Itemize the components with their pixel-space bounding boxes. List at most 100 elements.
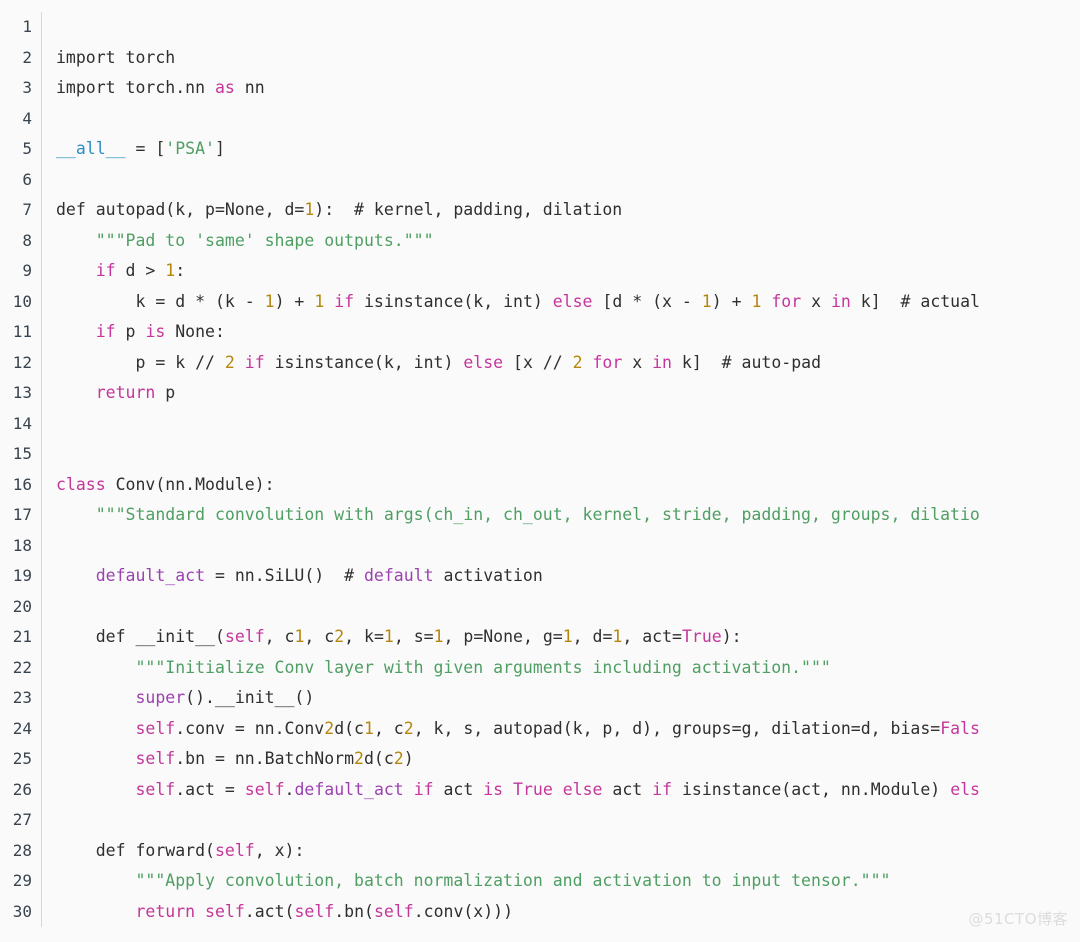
- code-line[interactable]: 5 __all__ = ['PSA']: [0, 134, 1080, 165]
- code-line[interactable]: 20: [0, 591, 1080, 622]
- code-line[interactable]: 15: [0, 439, 1080, 470]
- code-token: isinstance(k, int): [264, 352, 464, 372]
- code-token: 1: [165, 261, 176, 280]
- code-line[interactable]: 23 super().__init__(): [0, 683, 1080, 714]
- line-number: 11: [12, 322, 32, 341]
- gutter-divider: [41, 439, 42, 470]
- code-line[interactable]: 3 import torch.nn as nn: [0, 73, 1080, 104]
- code-line-text[interactable]: if p is None:: [42, 317, 1080, 348]
- code-line[interactable]: 28 def forward(self, x):: [0, 835, 1080, 867]
- code-line-text[interactable]: import torch: [42, 43, 1080, 74]
- line-number: 23: [12, 688, 32, 707]
- code-token: if: [413, 779, 434, 799]
- code-line[interactable]: 13 return p: [0, 378, 1080, 409]
- code-token: Fals: [940, 718, 980, 738]
- code-line[interactable]: 19 default_act = nn.SiLU() # default act…: [0, 561, 1080, 592]
- code-line[interactable]: 8 """Pad to 'same' shape outputs.""": [0, 225, 1080, 257]
- code-token: d(c: [334, 718, 364, 738]
- line-number: 30: [12, 901, 32, 921]
- code-line-text[interactable]: p = k // 2 if isinstance(k, int) else [x…: [42, 348, 1080, 379]
- code-line-text[interactable]: return self.act(self.bn(self.conv(x))): [42, 897, 1080, 928]
- code-line[interactable]: 26 self.act = self.default_act if act is…: [0, 774, 1080, 806]
- code-token: self: [373, 901, 414, 921]
- code-line-text[interactable]: def forward(self, x):: [42, 836, 1080, 867]
- code-token: ):: [721, 627, 742, 646]
- code-line[interactable]: 22 """Initialize Conv layer with given a…: [0, 652, 1080, 684]
- code-line-text[interactable]: __all__ = ['PSA']: [42, 134, 1080, 165]
- code-token: , d=: [572, 627, 613, 646]
- code-line[interactable]: 7 def autopad(k, p=None, d=1): # kernel, …: [0, 195, 1080, 226]
- line-number: 27: [12, 810, 32, 829]
- code-line[interactable]: 10 k = d * (k - 1) + 1 if isinstance(k, …: [0, 286, 1080, 318]
- code-line-text[interactable]: self.act = self.default_act if act is Tr…: [42, 775, 1080, 806]
- code-token: import torch.nn: [56, 78, 215, 97]
- code-token: els: [950, 779, 980, 799]
- code-line-text[interactable]: def __init__(self, c1, c2, k=1, s=1, p=N…: [42, 622, 1080, 653]
- code-line-text[interactable]: if d > 1:: [42, 256, 1080, 287]
- code-token: None:: [165, 322, 225, 341]
- line-number: 9: [22, 261, 32, 280]
- gutter-divider: [41, 530, 42, 561]
- code-line-text[interactable]: import torch.nn as nn: [42, 73, 1080, 104]
- code-token: self: [294, 901, 335, 921]
- code-line-text[interactable]: k = d * (k - 1) + 1 if isinstance(k, int…: [42, 287, 1080, 318]
- code-token: .act(: [244, 901, 295, 921]
- code-line[interactable]: 12 p = k // 2 if isinstance(k, int) else…: [0, 347, 1080, 379]
- code-token: 2: [324, 718, 335, 738]
- code-line[interactable]: 21 def __init__(self, c1, c2, k=1, s=1, …: [0, 622, 1080, 653]
- code-line[interactable]: 1: [0, 12, 1080, 43]
- code-line-text[interactable]: class Conv(nn.Module):: [42, 470, 1080, 501]
- code-viewer[interactable]: 1 2 import torch 3 import torch.nn as nn 4 5 __…: [0, 0, 1080, 942]
- code-token: .conv(x))): [413, 901, 514, 921]
- code-token: if: [95, 261, 116, 280]
- code-line-text[interactable]: """Initialize Conv layer with given argu…: [42, 653, 1080, 684]
- code-token: 1: [701, 291, 712, 311]
- code-line[interactable]: 2 import torch: [0, 42, 1080, 74]
- line-number: 28: [12, 840, 32, 860]
- code-line-text[interactable]: super().__init__(): [42, 683, 1080, 714]
- code-line[interactable]: 25 self.bn = nn.BatchNorm2d(c2): [0, 744, 1080, 775]
- code-token: """Standard convolution with args(ch_in,…: [95, 505, 980, 524]
- code-line-text[interactable]: self.bn = nn.BatchNorm2d(c2): [42, 744, 1080, 775]
- code-line-text[interactable]: self.conv = nn.Conv2d(c1, c2, k, s, auto…: [42, 714, 1080, 745]
- line-number: 17: [12, 505, 32, 524]
- gutter-divider: [41, 103, 42, 134]
- code-line[interactable]: 27: [0, 805, 1080, 836]
- code-line[interactable]: 24 self.conv = nn.Conv2d(c1, c2, k, s, a…: [0, 713, 1080, 745]
- code-line[interactable]: 16 class Conv(nn.Module):: [0, 469, 1080, 501]
- gutter-divider: [41, 408, 42, 439]
- code-line-text[interactable]: """Standard convolution with args(ch_in,…: [42, 500, 1080, 531]
- code-line[interactable]: 17 """Standard convolution with args(ch_…: [0, 500, 1080, 531]
- code-line-text[interactable]: def autopad(k, p=None, d=1): # kernel, p…: [42, 195, 1080, 226]
- code-token: x: [622, 352, 653, 372]
- code-line-text[interactable]: default_act = nn.SiLU() # default activa…: [42, 561, 1080, 592]
- code-line-text[interactable]: """Apply convolution, batch normalizatio…: [42, 866, 1080, 897]
- code-token: return: [135, 901, 196, 921]
- code-line-text[interactable]: return p: [42, 378, 1080, 409]
- code-token: .act =: [175, 779, 245, 799]
- code-line[interactable]: 14: [0, 408, 1080, 439]
- code-token: x: [801, 291, 831, 311]
- code-token: 2: [354, 749, 364, 768]
- code-token: else: [562, 779, 603, 799]
- code-line[interactable]: 9 if d > 1:: [0, 256, 1080, 287]
- line-number: 2: [22, 47, 32, 67]
- code-line[interactable]: 30 return self.act(self.bn(self.conv(x))…: [0, 896, 1080, 928]
- code-line[interactable]: 4: [0, 103, 1080, 134]
- code-token: class: [56, 474, 106, 494]
- code-token: , c: [304, 627, 335, 646]
- code-line[interactable]: 11 if p is None:: [0, 317, 1080, 348]
- code-token: if: [334, 291, 355, 311]
- code-token: isinstance(act, nn.Module): [672, 779, 951, 799]
- code-token: def autopad(k, p=None, d=: [56, 200, 305, 219]
- code-line[interactable]: 29 """Apply convolution, batch normaliza…: [0, 866, 1080, 897]
- code-line[interactable]: 6: [0, 164, 1080, 195]
- code-line-text[interactable]: """Pad to 'same' shape outputs.""": [42, 226, 1080, 257]
- code-line[interactable]: 18: [0, 530, 1080, 561]
